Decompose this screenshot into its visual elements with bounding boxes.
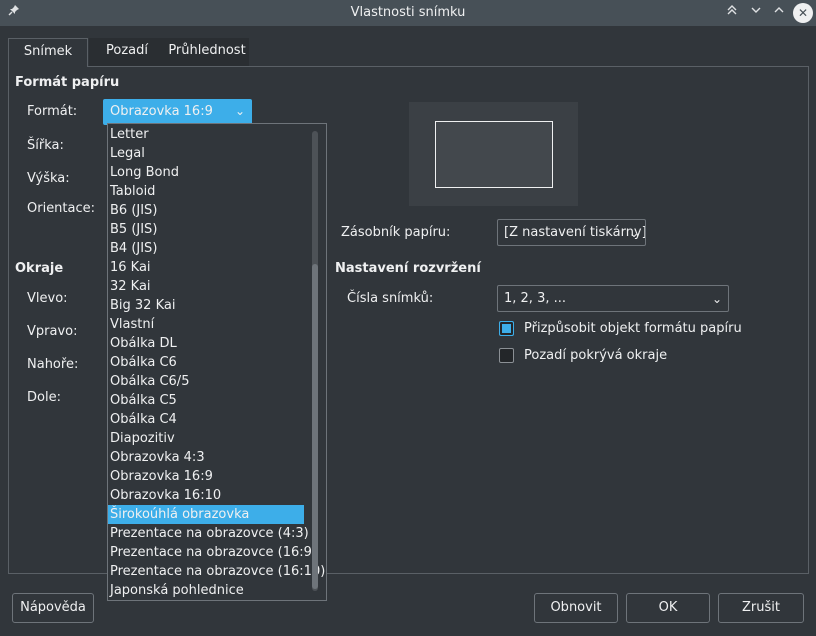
format-option[interactable]: Obálka DL xyxy=(108,334,304,353)
background-covers-margins-label[interactable]: Pozadí pokrývá okraje xyxy=(524,348,667,363)
close-icon[interactable]: ✕ xyxy=(793,3,813,23)
format-option[interactable]: 32 Kai xyxy=(108,277,304,296)
reset-button[interactable]: Obnovit xyxy=(534,593,618,623)
fit-object-checkbox[interactable] xyxy=(499,321,514,336)
tab-background[interactable]: Pozadí xyxy=(89,38,165,66)
paper-tray-select[interactable]: [Z nastavení tiskárny] ⌄ xyxy=(497,219,646,246)
format-select[interactable]: Obrazovka 16:9 ⌄ xyxy=(103,99,252,125)
tab-transparency[interactable]: Průhlednost xyxy=(165,38,249,66)
format-option[interactable]: Big 32 Kai xyxy=(108,296,304,315)
format-option[interactable]: Obálka C6/5 xyxy=(108,372,304,391)
margin-left-label: Vlevo: xyxy=(27,291,68,306)
margins-heading: Okraje xyxy=(15,261,64,276)
format-option[interactable]: Japonská pohlednice xyxy=(108,581,304,600)
format-option[interactable]: Obrazovka 16:9 xyxy=(108,467,304,486)
format-option[interactable]: Vlastní xyxy=(108,315,304,334)
minimize-icon[interactable] xyxy=(746,3,766,23)
slide-numbers-select[interactable]: 1, 2, 3, ... ⌄ xyxy=(497,285,729,312)
keep-above-icon[interactable] xyxy=(722,3,742,23)
format-option[interactable]: Prezentace na obrazovce (16:10) xyxy=(108,562,325,581)
title-bar: Vlastnosti snímku ✕ xyxy=(0,0,816,26)
margin-right-label: Vpravo: xyxy=(27,324,78,339)
format-option[interactable]: Prezentace na obrazovce (4:3) xyxy=(108,524,309,543)
format-option[interactable]: B6 (JIS) xyxy=(108,201,304,220)
dropdown-scrollbar-thumb[interactable] xyxy=(312,264,318,589)
cancel-button[interactable]: Zrušit xyxy=(718,593,804,623)
format-label: Formát: xyxy=(27,104,78,119)
help-button[interactable]: Nápověda xyxy=(12,593,94,623)
slide-numbers-label: Čísla snímků: xyxy=(347,291,434,306)
format-option[interactable]: Legal xyxy=(108,144,304,163)
margin-bottom-label: Dole: xyxy=(27,390,61,405)
format-dropdown-list[interactable]: Letter Legal Long Bond Tabloid B6 (JIS) B5 (J… xyxy=(107,123,327,601)
paper-preview-page xyxy=(435,121,553,188)
tab-slide[interactable]: Snímek xyxy=(8,38,88,67)
background-covers-margins-checkbox[interactable] xyxy=(499,348,514,363)
width-label: Šířka: xyxy=(27,138,64,153)
paper-tray-label: Zásobník papíru: xyxy=(341,225,451,240)
format-option[interactable]: Obrazovka 16:10 xyxy=(108,486,304,505)
format-option[interactable]: Obrazovka 4:3 xyxy=(108,448,304,467)
margin-top-label: Nahoře: xyxy=(27,357,79,372)
format-option[interactable]: 16 Kai xyxy=(108,258,304,277)
maximize-icon[interactable] xyxy=(769,3,789,23)
paper-format-heading: Formát papíru xyxy=(15,75,120,90)
format-option[interactable]: Širokoúhlá obrazovka xyxy=(108,505,304,524)
ok-button[interactable]: OK xyxy=(626,593,710,623)
chevron-down-icon: ⌄ xyxy=(711,292,722,306)
chevron-down-icon: ⌄ xyxy=(234,104,245,118)
layout-heading: Nastavení rozvržení xyxy=(335,261,481,276)
chevron-down-icon: ⌄ xyxy=(628,226,639,240)
slide-numbers-value: 1, 2, 3, ... xyxy=(504,291,567,306)
format-option[interactable]: Obálka C4 xyxy=(108,410,304,429)
format-option[interactable]: Obálka C6 xyxy=(108,353,304,372)
paper-tray-value: [Z nastavení tiskárny] xyxy=(504,225,646,240)
format-option[interactable]: Letter xyxy=(108,125,304,144)
format-option[interactable]: Tabloid xyxy=(108,182,304,201)
fit-object-label[interactable]: Přizpůsobit objekt formátu papíru xyxy=(524,321,742,336)
format-option[interactable]: Prezentace na obrazovce (16:9) xyxy=(108,543,317,562)
format-option[interactable]: B4 (JIS) xyxy=(108,239,304,258)
format-option[interactable]: Obálka C5 xyxy=(108,391,304,410)
format-option[interactable]: Long Bond xyxy=(108,163,304,182)
format-option[interactable]: Diapozitiv xyxy=(108,429,304,448)
orientation-label: Orientace: xyxy=(27,201,96,216)
format-value: Obrazovka 16:9 xyxy=(110,104,213,119)
format-option[interactable]: B5 (JIS) xyxy=(108,220,304,239)
height-label: Výška: xyxy=(27,171,70,186)
window-title: Vlastnosti snímku xyxy=(350,5,466,20)
